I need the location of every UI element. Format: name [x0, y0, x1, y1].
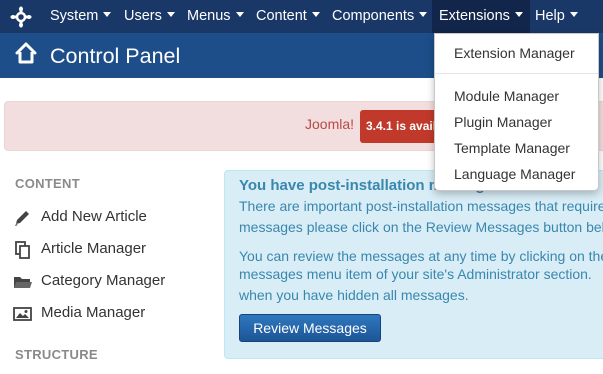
chevron-down-icon [569, 11, 578, 17]
post-install-text-line: when you have hidden all messages. [239, 287, 469, 303]
chevron-down-icon [235, 11, 244, 17]
post-install-text-line: messages please click on the Review Mess… [239, 219, 603, 235]
chevron-down-icon [514, 11, 523, 17]
top-navbar: System Users Menus Content Components Ex… [0, 0, 603, 33]
menu-item-module-manager[interactable]: Module Manager [454, 88, 559, 104]
sidebar-item-add-new-article[interactable]: Add New Article [13, 206, 163, 230]
sidebar-item-label: Category Manager [41, 272, 166, 289]
chevron-down-icon [103, 11, 112, 17]
menu-item-language-manager[interactable]: Language Manager [454, 166, 575, 182]
nav-menus-label: Menus [187, 8, 231, 24]
nav-users[interactable]: Users [124, 0, 175, 33]
image-icon [13, 307, 32, 321]
nav-extensions-label: Extensions [439, 8, 510, 24]
nav-users-label: Users [124, 8, 162, 24]
home-icon [15, 42, 37, 64]
nav-content-label: Content [256, 8, 307, 24]
nav-help[interactable]: Help [535, 0, 578, 33]
sidebar-heading-content: CONTENT [15, 176, 80, 191]
nav-components[interactable]: Components [332, 0, 428, 33]
chevron-down-icon [166, 11, 175, 17]
sidebar-item-media-manager[interactable]: Media Manager [13, 302, 163, 326]
post-install-text-line: There are important post-installation me… [239, 198, 603, 214]
sidebar-item-label: Media Manager [41, 304, 146, 321]
nav-extensions[interactable]: Extensions [432, 0, 530, 33]
review-messages-button[interactable]: Review Messages [239, 314, 381, 342]
menu-divider [435, 73, 598, 74]
alert-text: Joomla! [305, 116, 355, 132]
nav-components-label: Components [332, 8, 415, 24]
nav-menus[interactable]: Menus [187, 0, 244, 33]
nav-system[interactable]: System [50, 0, 112, 33]
post-install-text-line: You can review the messages at any time … [239, 248, 603, 264]
pencil-icon [15, 211, 29, 226]
sidebar-item-category-manager[interactable]: Category Manager [13, 270, 183, 294]
chevron-down-icon [311, 11, 320, 17]
menu-item-extension-manager[interactable]: Extension Manager [454, 45, 575, 61]
chevron-down-icon [419, 11, 428, 17]
menu-item-plugin-manager[interactable]: Plugin Manager [454, 114, 552, 130]
nav-content[interactable]: Content [256, 0, 320, 33]
page-title: Control Panel [50, 44, 181, 68]
nav-help-label: Help [535, 8, 565, 24]
sidebar-heading-structure: STRUCTURE [15, 347, 98, 362]
nav-system-label: System [50, 8, 99, 24]
joomla-logo-icon[interactable] [10, 6, 32, 28]
post-install-text-line: messages menu item of your site's Admini… [239, 266, 592, 282]
sidebar-item-label: Add New Article [41, 208, 147, 225]
copy-icon [15, 241, 30, 259]
folder-icon [14, 277, 32, 288]
menu-item-template-manager[interactable]: Template Manager [454, 140, 570, 156]
sidebar-item-article-manager[interactable]: Article Manager [13, 238, 163, 262]
sidebar-item-label: Article Manager [41, 240, 147, 257]
